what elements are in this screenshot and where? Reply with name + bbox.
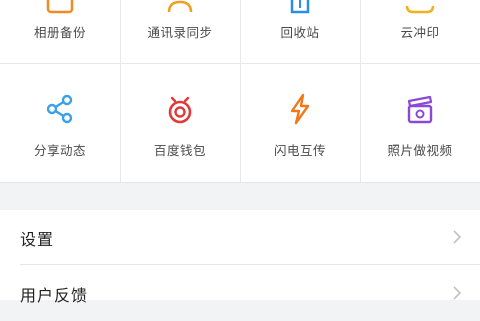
tile-label: 百度钱包	[153, 143, 206, 158]
grid-divider	[240, 0, 241, 182]
tile-recycle-bin[interactable]: 回收站	[240, 0, 360, 63]
tile-label: 分享动态	[33, 143, 86, 158]
wallet-icon	[168, 96, 192, 124]
cloud-print-icon	[405, 5, 435, 14]
grid-divider	[360, 0, 361, 182]
tile-label: 相册备份	[33, 25, 86, 40]
contacts-sync-icon	[167, 0, 193, 13]
tile-cloud-print[interactable]: 云冲印	[360, 0, 480, 63]
menu-item-feedback[interactable]: 用户反馈	[0, 266, 480, 321]
tile-share-feed[interactable]: 分享动态	[0, 64, 120, 181]
tile-label: 通讯录同步	[147, 25, 213, 40]
feature-grid: 相册备份 通讯录同步 回收站 云冲印 分享动态 百度钱包 闪电互传 照片做视频	[0, 0, 480, 183]
menu-item-settings[interactable]: 设置	[0, 210, 480, 265]
settings-list: 设置 用户反馈	[0, 210, 480, 305]
menu-item-label: 设置	[20, 230, 55, 249]
recycle-bin-icon	[290, 0, 310, 14]
tile-label: 闪电互传	[273, 143, 326, 158]
photo-backup-icon	[46, 0, 74, 14]
tile-flash-transfer[interactable]: 闪电互传	[240, 64, 360, 181]
tile-photo-video[interactable]: 照片做视频	[360, 64, 480, 181]
tile-label: 云冲印	[400, 25, 440, 40]
tile-contacts-sync[interactable]: 通讯录同步	[120, 0, 240, 63]
tile-photo-backup[interactable]: 相册备份	[0, 0, 120, 63]
list-divider	[20, 264, 480, 265]
grid-divider	[0, 63, 480, 64]
lightning-icon	[290, 93, 310, 125]
chevron-right-icon	[453, 286, 462, 300]
tile-label: 照片做视频	[387, 143, 453, 158]
chevron-right-icon	[453, 230, 462, 244]
share-icon	[46, 94, 73, 124]
grid-divider	[120, 0, 121, 182]
menu-item-label: 用户反馈	[20, 286, 89, 305]
photo-video-icon	[407, 95, 433, 124]
tile-label: 回收站	[280, 25, 320, 40]
tile-baidu-wallet[interactable]: 百度钱包	[120, 64, 240, 181]
